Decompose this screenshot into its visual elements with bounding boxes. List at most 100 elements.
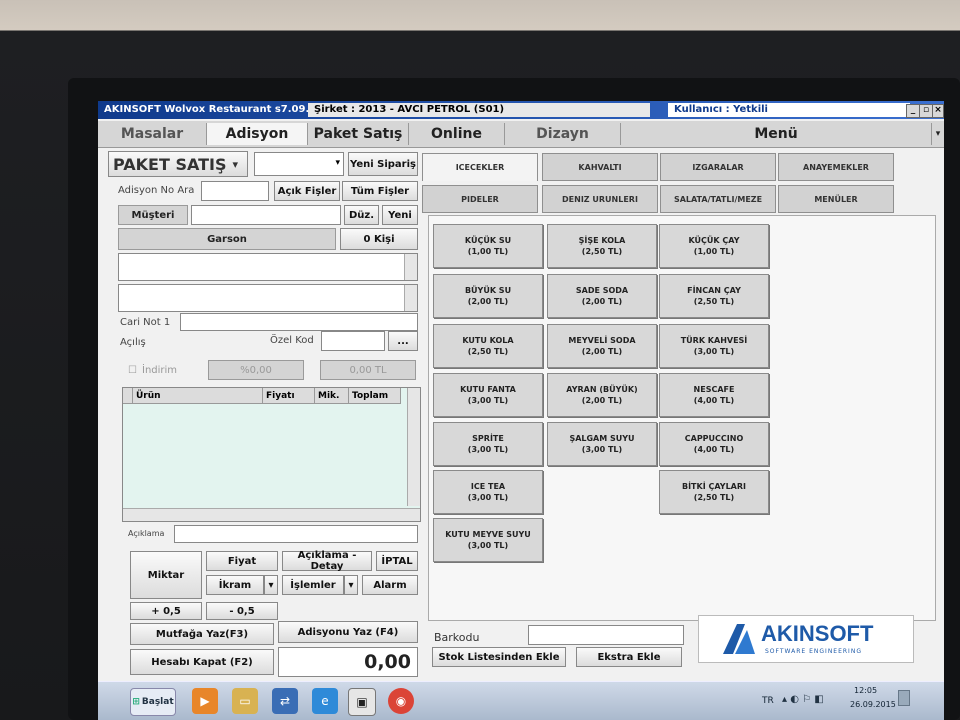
category-menuler[interactable]: MENÜLER: [778, 185, 894, 213]
barcode-label: Barkodu: [434, 631, 480, 644]
product-panel: KÜÇÜK SU (1,00 TL) BÜYÜK SU (2,00 TL) KUTU…: [428, 215, 936, 621]
all-receipts-button[interactable]: Tüm Fişler: [342, 181, 418, 201]
product-kucuk-cay[interactable]: KÜÇÜK ÇAY (1,00 TL): [659, 224, 769, 268]
network-icon[interactable]: ⇄: [272, 688, 298, 714]
adisyon-no-label: Adisyon No Ara: [118, 185, 195, 196]
edit-customer-button[interactable]: Düz.: [344, 205, 379, 225]
barcode-input[interactable]: [528, 625, 684, 645]
product-turk-kahvesi[interactable]: TÜRK KAHVESİ (3,00 TL): [659, 324, 769, 368]
restaurant-app-icon[interactable]: ▣: [348, 688, 376, 716]
chevron-down-icon[interactable]: ▾: [264, 575, 278, 595]
product-bitki-caylari[interactable]: BİTKİ ÇAYLARI (2,50 TL): [659, 470, 769, 514]
product-kutu-kola[interactable]: KUTU KOLA (2,50 TL): [433, 324, 543, 368]
product-fincan-cay[interactable]: FİNCAN ÇAY (2,50 TL): [659, 274, 769, 318]
discount-amount[interactable]: 0,00 TL: [320, 360, 416, 380]
special-code-browse-button[interactable]: ...: [388, 331, 418, 351]
mode-select[interactable]: PAKET SATIŞ ▾: [108, 151, 248, 177]
title-bar: AKINSOFT Wolvox Restaurant s7.09.0 Şirke…: [98, 101, 944, 119]
operations-button[interactable]: İşlemler: [282, 575, 344, 595]
note-box-1[interactable]: [118, 253, 418, 281]
print-receipt-button[interactable]: Adisyonu Yaz (F4): [278, 621, 418, 643]
quantity-button[interactable]: Miktar: [130, 551, 202, 599]
clock-time: 12:05: [854, 686, 878, 695]
show-desktop-button[interactable]: [898, 690, 910, 706]
plus-half-button[interactable]: + 0,5: [130, 602, 202, 620]
menu-menu[interactable]: Menü: [621, 123, 932, 145]
category-deniz-urunleri[interactable]: DENIZ URUNLERI: [542, 185, 658, 213]
product-kutu-meyve-suyu[interactable]: KUTU MEYVE SUYU (3,00 TL): [433, 518, 543, 562]
grid-vertical-scrollbar[interactable]: [407, 388, 420, 506]
order-grid[interactable]: Ürün Fiyatı Mik. Toplam: [122, 387, 421, 522]
discount-percent[interactable]: %0,00: [208, 360, 304, 380]
category-icecekler[interactable]: ICECEKLER: [422, 153, 538, 181]
folder-icon[interactable]: ▭: [232, 688, 258, 714]
windows-icon: ⊞: [132, 697, 140, 707]
description-label: Açıklama: [128, 529, 165, 538]
chrome-icon[interactable]: ◉: [388, 688, 414, 714]
close-icon[interactable]: ×: [932, 104, 944, 118]
menu-paket-satis[interactable]: Paket Satış: [308, 123, 409, 145]
product-kucuk-su[interactable]: KÜÇÜK SU (1,00 TL): [433, 224, 543, 268]
product-kutu-fanta[interactable]: KUTU FANTA (3,00 TL): [433, 373, 543, 417]
internet-explorer-icon[interactable]: e: [312, 688, 338, 714]
customer-button[interactable]: Müşteri: [118, 205, 188, 225]
minus-half-button[interactable]: - 0,5: [206, 602, 278, 620]
restore-icon[interactable]: ▫: [919, 104, 933, 118]
adisyon-no-input[interactable]: [201, 181, 269, 201]
product-sise-kola[interactable]: ŞİŞE KOLA (2,50 TL): [547, 224, 657, 268]
new-customer-button[interactable]: Yeni: [382, 205, 418, 225]
product-sade-soda[interactable]: SADE SODA (2,00 TL): [547, 274, 657, 318]
category-kahvalti[interactable]: KAHVALTI: [542, 153, 658, 181]
discount-checkbox[interactable]: ☐: [128, 365, 137, 376]
price-button[interactable]: Fiyat: [206, 551, 278, 571]
chevron-down-icon[interactable]: ▾: [344, 575, 358, 595]
category-salata[interactable]: SALATA/TATLI/MEZE: [660, 185, 776, 213]
start-button[interactable]: ⊞ Başlat: [130, 688, 176, 716]
note-box-2[interactable]: [118, 284, 418, 312]
new-order-button[interactable]: Yeni Sipariş: [348, 152, 418, 176]
waiter-button[interactable]: Garson: [118, 228, 336, 250]
persons-button[interactable]: 0 Kişi: [340, 228, 418, 250]
window-title: AKINSOFT Wolvox Restaurant s7.09.0: [104, 104, 317, 115]
cancel-button[interactable]: İPTAL: [376, 551, 418, 571]
logo-text: AKINSOFT: [761, 621, 874, 646]
media-player-icon[interactable]: ▶: [192, 688, 218, 714]
menu-adisyon[interactable]: Adisyon: [207, 123, 308, 145]
special-code-input[interactable]: [321, 331, 385, 351]
stock-list-add-button[interactable]: Stok Listesinden Ekle: [432, 647, 566, 667]
product-meyveli-soda[interactable]: MEYVELİ SODA (2,00 TL): [547, 324, 657, 368]
open-receipts-button[interactable]: Açık Fişler: [274, 181, 340, 201]
menu-bar: Masalar Adisyon Paket Satış Online Dizay…: [98, 121, 944, 148]
taskbar: ⊞ Başlat ▶ ▭ ⇄ e ▣ ◉ TR ▴ ◐ ⚐ ◧ 12:05 26.…: [98, 681, 944, 720]
category-pideler[interactable]: PIDELER: [422, 185, 538, 213]
product-ice-tea[interactable]: ICE TEA (3,00 TL): [433, 470, 543, 514]
chevron-down-icon: ▾: [232, 157, 239, 171]
customer-input[interactable]: [191, 205, 341, 225]
category-anayemekler[interactable]: ANAYEMEKLER: [778, 153, 894, 181]
description-input[interactable]: [174, 525, 418, 543]
kitchen-print-button[interactable]: Mutfağa Yaz(F3): [130, 623, 274, 645]
product-sprite[interactable]: SPRİTE (3,00 TL): [433, 422, 543, 466]
mode-combo[interactable]: ▾: [254, 152, 344, 176]
alarm-button[interactable]: Alarm: [362, 575, 418, 595]
cari-note-input[interactable]: [180, 313, 418, 331]
tray-icons[interactable]: ▴ ◐ ⚐ ◧: [782, 694, 824, 705]
minimize-icon[interactable]: _: [906, 104, 920, 118]
grid-header-qty: Mik.: [315, 388, 349, 404]
treat-button[interactable]: İkram: [206, 575, 264, 595]
description-detail-button[interactable]: Açıklama - Detay: [282, 550, 372, 572]
menu-masalar[interactable]: Masalar: [98, 123, 207, 145]
menu-dropdown-icon[interactable]: ▾: [932, 123, 944, 145]
menu-dizayn[interactable]: Dizayn: [505, 123, 621, 145]
language-indicator[interactable]: TR: [762, 696, 774, 706]
close-bill-button[interactable]: Hesabı Kapat (F2): [130, 649, 274, 675]
grid-horizontal-scrollbar[interactable]: [123, 508, 420, 521]
menu-online[interactable]: Online: [409, 123, 505, 145]
product-salgam-suyu[interactable]: ŞALGAM SUYU (3,00 TL): [547, 422, 657, 466]
product-cappuccino[interactable]: CAPPUCCINO (4,00 TL): [659, 422, 769, 466]
product-buyuk-su[interactable]: BÜYÜK SU (2,00 TL): [433, 274, 543, 318]
extra-add-button[interactable]: Ekstra Ekle: [576, 647, 682, 667]
category-izgaralar[interactable]: IZGARALAR: [660, 153, 776, 181]
product-nescafe[interactable]: NESCAFE (4,00 TL): [659, 373, 769, 417]
product-ayran-buyuk[interactable]: AYRAN (BÜYÜK) (2,00 TL): [547, 373, 657, 417]
